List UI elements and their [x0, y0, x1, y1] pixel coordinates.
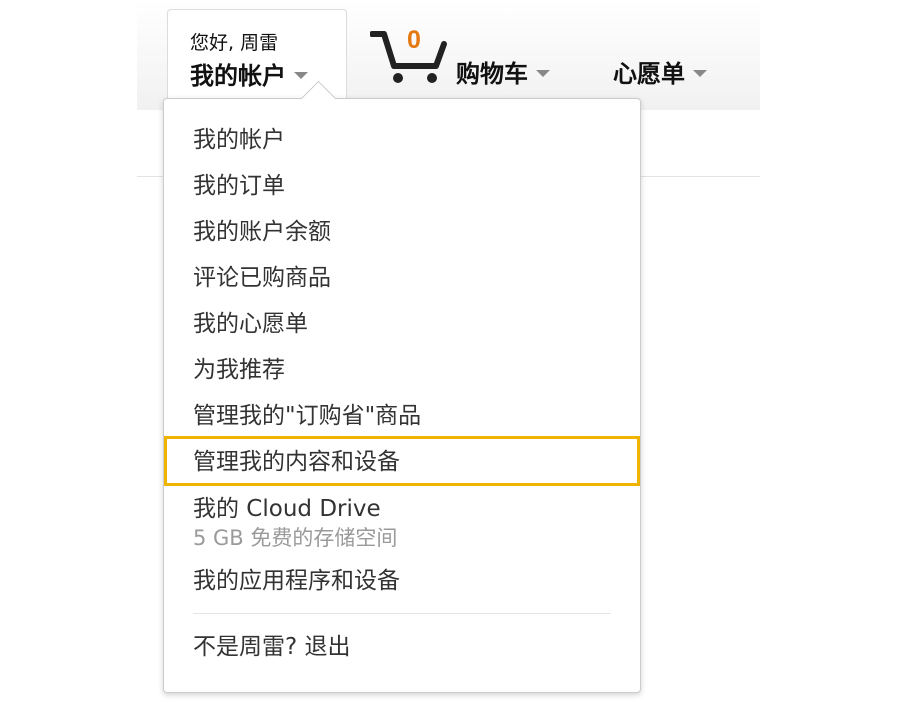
menu-item-my-account[interactable]: 我的帐户 [193, 125, 285, 155]
menu-item-apps-devices[interactable]: 我的应用程序和设备 [193, 566, 400, 596]
menu-item-account-balance[interactable]: 我的账户余额 [193, 217, 331, 247]
menu-item-review-purchases[interactable]: 评论已购商品 [193, 263, 331, 293]
cart-button[interactable]: 0 购物车 [370, 26, 570, 89]
chevron-down-icon [294, 71, 308, 79]
menu-item-recommendations[interactable]: 为我推荐 [193, 355, 285, 385]
menu-item-my-wishlist[interactable]: 我的心愿单 [193, 309, 308, 339]
cart-label: 购物车 [456, 60, 528, 88]
wishlist-label: 心愿单 [613, 60, 685, 88]
menu-item-manage-content-devices[interactable]: 管理我的内容和设备 [193, 447, 400, 477]
menu-item-cloud-drive[interactable]: 我的 Cloud Drive [193, 494, 381, 524]
account-label-row: 我的帐户 [190, 56, 308, 91]
menu-divider [193, 613, 611, 614]
chevron-down-icon [693, 69, 707, 77]
cart-label-row: 购物车 [456, 54, 550, 89]
account-label: 我的帐户 [190, 62, 286, 90]
menu-item-my-orders[interactable]: 我的订单 [193, 171, 285, 201]
menu-item-subscribe-save[interactable]: 管理我的"订购省"商品 [193, 401, 421, 431]
account-greeting: 您好, 周雷 [190, 32, 279, 54]
account-dropdown-menu: 我的帐户 我的订单 我的账户余额 评论已购商品 我的心愿单 为我推荐 管理我的"… [163, 98, 641, 693]
cloud-drive-storage-note: 5 GB 免费的存储空间 [193, 526, 398, 550]
sign-out-link[interactable]: 不是周雷? 退出 [193, 632, 351, 662]
chevron-down-icon [536, 69, 550, 77]
wishlist-button[interactable]: 心愿单 [613, 54, 707, 89]
amazon-account-menu-screen: 您好, 周雷 我的帐户 0 购物车 心愿单 我的帐户 我的订单 我的账户余额 评… [0, 0, 900, 709]
cart-count: 0 [407, 26, 421, 54]
